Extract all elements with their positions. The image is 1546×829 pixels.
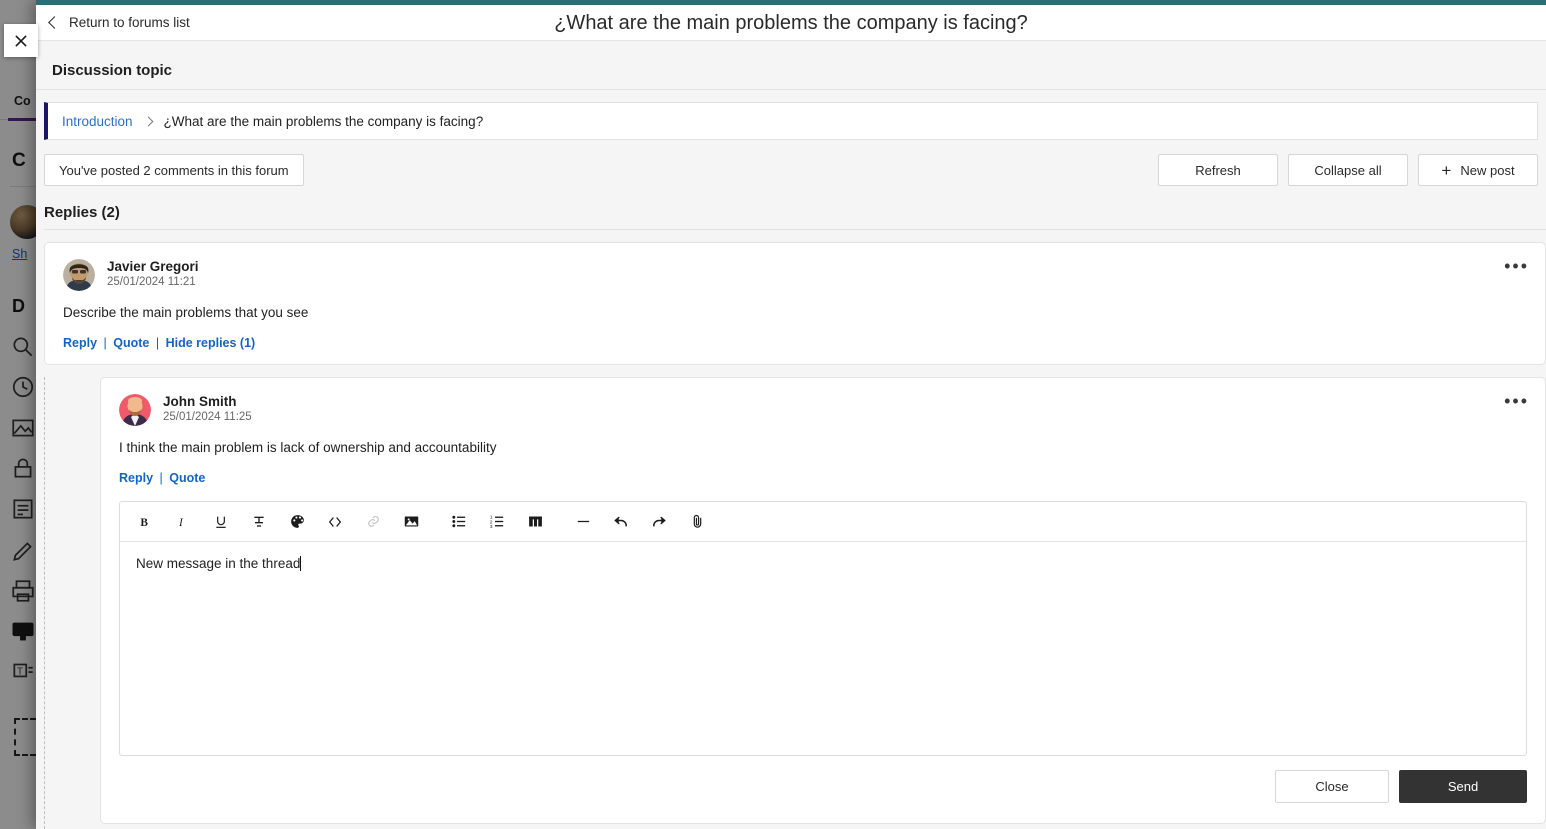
- color-palette-icon[interactable]: [278, 505, 316, 539]
- action-separator: |: [159, 471, 163, 485]
- link-icon: [354, 505, 392, 539]
- post-body: Describe the main problems that you see: [63, 305, 309, 320]
- numbered-list-icon[interactable]: 123: [478, 505, 516, 539]
- post-actions: Reply | Quote | Hide replies (1): [63, 336, 1527, 350]
- table-row: •••: [44, 242, 1546, 365]
- new-post-label: New post: [1460, 162, 1515, 178]
- reply-link[interactable]: Reply: [63, 336, 97, 350]
- message-input[interactable]: New message in the thread: [120, 542, 1526, 755]
- breadcrumb: Introduction ¿What are the main problems…: [44, 102, 1538, 140]
- editor-footer: Close Send: [119, 770, 1527, 809]
- replies-divider: [44, 229, 1546, 230]
- post-author: Javier Gregori: [107, 259, 199, 274]
- image-icon[interactable]: [392, 505, 430, 539]
- discussion-topic-section: Discussion topic: [36, 46, 1546, 90]
- avatar: [63, 259, 95, 291]
- refresh-button[interactable]: Refresh: [1158, 154, 1278, 186]
- more-options-icon[interactable]: •••: [1504, 392, 1529, 410]
- post-date: 25/01/2024 11:21: [107, 276, 196, 288]
- svg-text:3: 3: [489, 524, 492, 530]
- section-title: Discussion topic: [52, 62, 173, 79]
- nested-reply-wrapper: ••• John Smith 25/01/2024 11:25 I think …: [44, 377, 1546, 829]
- editor-content: New message in the thread: [136, 556, 301, 571]
- post-date: 25/01/2024 11:25: [163, 411, 252, 423]
- italic-icon[interactable]: I: [164, 505, 202, 539]
- post-header: John Smith 25/01/2024 11:25: [119, 394, 1527, 426]
- forum-thread-modal: Return to forums list ¿What are the main…: [36, 0, 1546, 829]
- table-icon[interactable]: [516, 505, 554, 539]
- chevron-left-icon: [48, 16, 61, 29]
- close-icon[interactable]: [4, 24, 38, 57]
- underline-icon[interactable]: [202, 505, 240, 539]
- attachment-icon[interactable]: [678, 505, 716, 539]
- thread-connector-line: [44, 377, 45, 829]
- svg-text:B: B: [140, 517, 148, 529]
- plus-icon: +: [1441, 160, 1452, 180]
- horizontal-rule-icon[interactable]: [564, 505, 602, 539]
- quote-link[interactable]: Quote: [113, 336, 149, 350]
- chevron-right-icon: [143, 116, 153, 126]
- bold-icon[interactable]: B: [126, 505, 164, 539]
- send-button[interactable]: Send: [1399, 770, 1527, 803]
- posted-comments-badge[interactable]: You've posted 2 comments in this forum: [44, 154, 304, 186]
- reply-link[interactable]: Reply: [119, 471, 153, 485]
- rich-text-editor: B I 1 2 3 New message in the thread: [119, 501, 1527, 756]
- replies-heading: Replies (2): [44, 204, 120, 221]
- avatar: [119, 394, 151, 426]
- new-post-button[interactable]: + New post: [1418, 154, 1538, 186]
- return-link-label: Return to forums list: [69, 15, 190, 30]
- post-meta: John Smith 25/01/2024 11:25: [163, 394, 252, 423]
- breadcrumb-current: ¿What are the main problems the company …: [163, 113, 484, 129]
- hide-replies-link[interactable]: Hide replies (1): [166, 336, 256, 350]
- post-body: I think the main problem is lack of owne…: [119, 440, 497, 455]
- action-toolbar: You've posted 2 comments in this forum R…: [44, 154, 1538, 186]
- more-options-icon[interactable]: •••: [1504, 257, 1529, 275]
- bullet-list-icon[interactable]: [440, 505, 478, 539]
- breadcrumb-parent-link[interactable]: Introduction: [62, 114, 133, 129]
- post-author: John Smith: [163, 394, 237, 409]
- close-button[interactable]: Close: [1275, 770, 1389, 803]
- action-separator: |: [103, 336, 107, 350]
- undo-icon[interactable]: [602, 505, 640, 539]
- page-title: ¿What are the main problems the company …: [554, 12, 1028, 34]
- action-separator: |: [155, 336, 160, 350]
- return-to-forums-list-link[interactable]: Return to forums list: [48, 15, 190, 30]
- collapse-all-button[interactable]: Collapse all: [1288, 154, 1408, 186]
- code-icon[interactable]: [316, 505, 354, 539]
- redo-icon[interactable]: [640, 505, 678, 539]
- modal-header: Return to forums list ¿What are the main…: [36, 5, 1546, 41]
- table-row: •••: [100, 377, 1546, 824]
- post-meta: Javier Gregori 25/01/2024 11:21: [107, 259, 199, 288]
- strikethrough-icon[interactable]: [240, 505, 278, 539]
- text-caret: [300, 556, 302, 571]
- svg-text:I: I: [178, 517, 184, 529]
- post-header: Javier Gregori 25/01/2024 11:21: [63, 259, 1527, 291]
- modal-body: Discussion topic Introduction ¿What are …: [36, 46, 1546, 829]
- editor-toolbar: B I 1 2 3: [120, 502, 1526, 542]
- post-actions: Reply | Quote: [119, 471, 1527, 485]
- quote-link[interactable]: Quote: [169, 471, 205, 485]
